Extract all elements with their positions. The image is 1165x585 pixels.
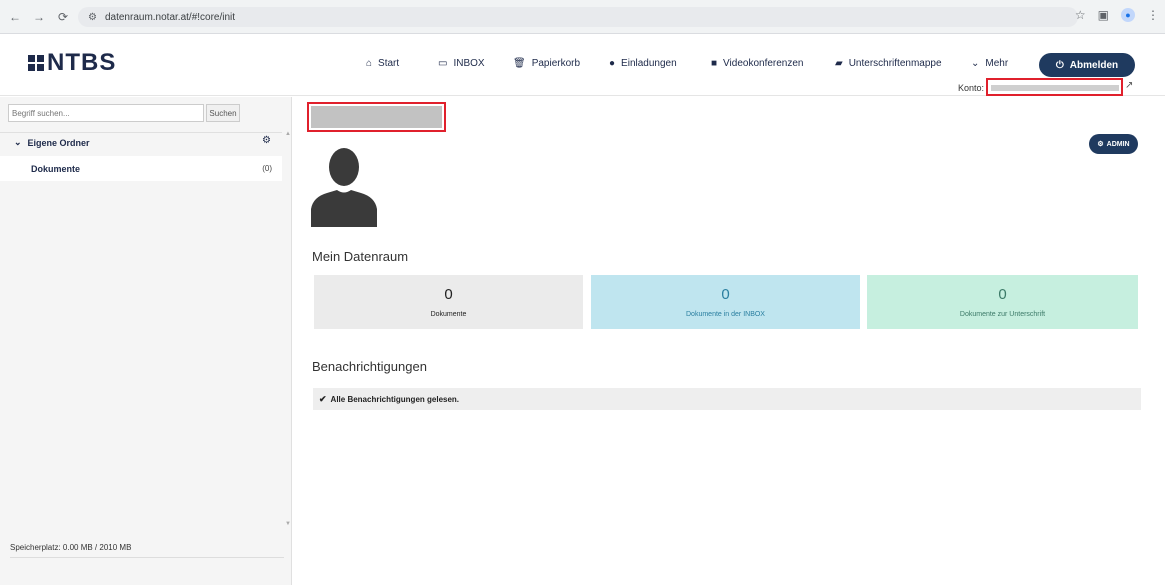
search-input[interactable] (8, 104, 204, 122)
forward-icon[interactable]: → (30, 8, 48, 26)
chevron-down-icon: ⌄ (14, 137, 22, 147)
back-icon[interactable]: ← (6, 8, 24, 26)
folder-group-label: Eigene Ordner (27, 137, 90, 148)
browser-menu-icon[interactable]: ⋮ (1147, 8, 1159, 22)
notification-item: ✔ Alle Benachrichtigungen gelesen. (313, 388, 1141, 410)
avatar (311, 148, 377, 227)
logout-label: Abmelden (1069, 59, 1119, 71)
nav-papierkorb-label: Papierkorb (531, 58, 581, 69)
inbox-icon: ▭ (438, 58, 448, 69)
stat-label: Dokumente (430, 311, 467, 318)
stat-card-inbox[interactable]: 0 Dokumente in der INBOX (591, 275, 860, 329)
stat-label: Dokumente in der INBOX (686, 311, 765, 318)
storage-usage: Speicherplatz: 0.00 MB / 2010 MB (10, 543, 132, 552)
stat-value: 0 (998, 286, 1007, 303)
home-icon: ⌂ (366, 58, 373, 69)
browser-toolbar: ← → ⟳ ⚙ datenraum.notar.at/#!core/init ☆… (0, 0, 1165, 34)
power-icon: ⏻ (1055, 59, 1064, 71)
globe-icon: ● (609, 58, 616, 69)
gear-icon: ⚙ (1097, 141, 1104, 148)
chevron-down-icon: ⌄ (971, 58, 980, 69)
datenraum-title: Mein Datenraum (312, 249, 409, 264)
nav-mehr-label: Mehr (985, 58, 1009, 69)
nav-mehr[interactable]: ⌄ Mehr (971, 58, 1008, 69)
ntbs-logo[interactable]: NTBS (28, 49, 116, 77)
side-panel-icon[interactable]: ▣ (1098, 8, 1109, 22)
sidebar: Suchen ⌄ Eigene Ordner ⚙ Dokumente (0) ▲… (0, 97, 292, 585)
notification-text: Alle Benachrichtigungen gelesen. (330, 394, 460, 404)
folder-item-count: (0) (262, 164, 272, 173)
nav-einladungen[interactable]: ● Einladungen (609, 58, 677, 69)
app-header: NTBS ⌂ Start ▭ INBOX 🗑 Papierkorb ● Einl… (0, 34, 1165, 96)
scroll-up-icon[interactable]: ▲ (285, 131, 291, 137)
stat-card-unterschrift[interactable]: 0 Dokumente zur Unterschrift (867, 275, 1138, 329)
nav-unterschriftenmappe-label: Unterschriftenmappe (848, 58, 942, 69)
nav-start-label: Start (378, 58, 400, 69)
nav-videokonferenzen[interactable]: ■ Videokonferenzen (711, 58, 803, 69)
nav-papierkorb[interactable]: 🗑 Papierkorb (513, 58, 580, 69)
nav-start[interactable]: ⌂ Start (366, 58, 399, 69)
nav-inbox[interactable]: ▭ INBOX (438, 58, 485, 69)
site-settings-icon[interactable]: ⚙ (88, 12, 97, 23)
reload-icon[interactable]: ⟳ (54, 8, 72, 26)
stat-card-dokumente[interactable]: 0 Dokumente (314, 275, 583, 329)
address-text: datenraum.notar.at/#!core/init (104, 11, 236, 23)
nav-inbox-label: INBOX (453, 58, 485, 69)
video-icon: ■ (711, 58, 718, 69)
folder-item-label: Dokumente (31, 163, 81, 174)
search-button[interactable]: Suchen (206, 104, 240, 122)
folder-item-dokumente[interactable]: Dokumente (0) (0, 156, 282, 181)
admin-button[interactable]: ⚙ ADMIN (1089, 134, 1138, 154)
stat-value: 0 (444, 286, 453, 303)
trash-icon: 🗑 (513, 58, 526, 69)
folder-icon: ▰ (835, 58, 843, 69)
settings-icon[interactable]: ⚙ (262, 135, 271, 146)
external-link-icon[interactable]: ↗ (1125, 80, 1133, 91)
sidebar-search: Suchen (8, 104, 240, 122)
nav-einladungen-label: Einladungen (621, 58, 677, 69)
redacted-user-name (307, 102, 446, 132)
logo-text: NTBS (47, 49, 117, 76)
stat-value: 0 (721, 286, 730, 303)
checkmark-icon: ✔ (319, 393, 327, 404)
nav-unterschriftenmappe[interactable]: ▰ Unterschriftenmappe (835, 58, 942, 69)
notifications-title: Benachrichtigungen (312, 359, 427, 374)
logo-mark-icon (28, 55, 44, 71)
redacted-account-value (986, 78, 1123, 96)
konto-label: Konto: (958, 83, 985, 93)
stat-label: Dokumente zur Unterschrift (959, 311, 1046, 318)
scroll-down-icon[interactable]: ▼ (285, 521, 291, 527)
profile-icon[interactable]: ● (1121, 8, 1135, 22)
nav-videokonferenzen-label: Videokonferenzen (723, 58, 804, 69)
admin-label: ADMIN (1106, 140, 1130, 148)
bookmark-star-icon[interactable]: ☆ (1075, 8, 1086, 22)
logout-button[interactable]: ⏻ Abmelden (1039, 53, 1135, 77)
divider (10, 557, 284, 558)
address-bar[interactable]: ⚙ datenraum.notar.at/#!core/init (78, 7, 1078, 27)
folder-group-eigene-ordner[interactable]: ⌄ Eigene Ordner (0, 132, 282, 152)
